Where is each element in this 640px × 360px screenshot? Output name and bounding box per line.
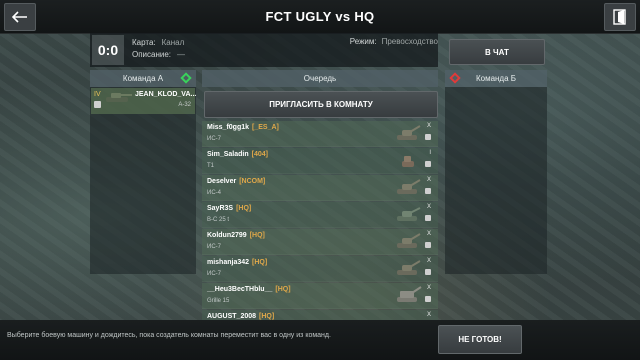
player-name: SayR3S xyxy=(207,205,234,212)
invite-to-room-button[interactable]: ПРИГЛАСИТЬ В КОМНАТУ xyxy=(204,91,438,118)
back-button[interactable] xyxy=(4,3,36,31)
mode-value: Превосходство xyxy=(381,37,438,46)
tank-tier: X xyxy=(426,258,431,264)
player-clan: [HQ] xyxy=(259,313,275,320)
tank-class-icon xyxy=(425,188,431,194)
player-tank: ИС-7 xyxy=(207,244,221,250)
queue-player-row[interactable]: Koldun2799 [HQ] ИС-7 X xyxy=(202,229,438,255)
player-name: Sim_Saladin xyxy=(207,151,249,158)
tank-class-icon xyxy=(425,161,431,167)
player-tank: Grille 15 xyxy=(207,298,230,304)
queue-list[interactable]: Miss_f0gg1k [_ES_A] ИС-7 X Sim_Saladin [40… xyxy=(202,121,438,321)
tank-class-icon xyxy=(425,269,431,275)
player-name-line: mishanja342 [HQ] xyxy=(207,259,267,266)
player-name-line: SayR3S [HQ] xyxy=(207,205,251,212)
tank-class-icon xyxy=(425,134,431,140)
player-name: Deselver xyxy=(207,178,237,185)
description-label: Описание: xyxy=(132,50,172,59)
queue-player-row[interactable]: SayR3S [HQ] B-C 25 t X xyxy=(202,202,438,228)
player-name-line: Koldun2799 [HQ] xyxy=(207,232,265,239)
tank-icon xyxy=(397,179,421,194)
player-tank: A-32 xyxy=(178,102,191,108)
team-a-diamond-icon xyxy=(180,72,192,84)
player-name: AUGUST_2008 xyxy=(207,313,257,320)
tank-class-icon xyxy=(425,242,431,248)
queue-header: Очередь xyxy=(202,70,438,87)
player-name-line: __Heu3BecTHblu__ [HQ] xyxy=(207,286,291,293)
map-label: Карта: xyxy=(132,38,156,47)
arrow-left-icon xyxy=(12,11,27,23)
player-name-line: Miss_f0gg1k [_ES_A] xyxy=(207,124,279,131)
player-name-line: AUGUST_2008 [HQ] xyxy=(207,313,274,320)
player-clan: [_ES_A] xyxy=(252,124,279,131)
player-clan: [HQ] xyxy=(275,286,291,293)
top-bar: FCT UGLY vs HQ xyxy=(0,0,640,34)
player-clan: [HQ] xyxy=(252,259,268,266)
queue-player-row[interactable]: __Heu3BecTHblu__ [HQ] Grille 15 X xyxy=(202,283,438,309)
team-b-column[interactable]: Команда Б xyxy=(445,70,547,274)
player-tank: ИС-4 xyxy=(207,190,221,196)
tank-icon xyxy=(397,125,421,140)
team-a-header[interactable]: Команда А xyxy=(90,70,196,87)
queue-player-row[interactable]: mishanja342 [HQ] ИС-7 X xyxy=(202,256,438,282)
tank-icon xyxy=(397,207,421,221)
tank-tier: X xyxy=(426,312,431,318)
tank-class-icon xyxy=(425,296,431,302)
team-b-diamond-icon xyxy=(449,72,461,84)
chat-button[interactable]: В ЧАТ xyxy=(449,39,545,65)
tank-icon xyxy=(397,233,421,248)
queue-player-row[interactable]: Sim_Saladin [404] T1 I xyxy=(202,148,438,174)
player-name-line: Sim_Saladin [404] xyxy=(207,151,268,158)
tank-tier: I xyxy=(429,150,431,156)
tank-icon xyxy=(106,93,132,102)
queue-label: Очередь xyxy=(303,74,337,83)
player-tank: T1 xyxy=(207,163,215,169)
player-clan: [404] xyxy=(251,151,268,158)
team-a-player-row[interactable]: IV JEAN_KLOD_VA... A-32 xyxy=(91,88,197,114)
description-value: — xyxy=(177,50,186,59)
tank-tier: IV xyxy=(94,91,101,98)
player-clan: [NCOM] xyxy=(239,178,266,185)
player-name: __Heu3BecTHblu__ xyxy=(207,286,273,293)
queue-player-row[interactable]: Miss_f0gg1k [_ES_A] ИС-7 X xyxy=(202,121,438,147)
player-tank: ИС-7 xyxy=(207,136,221,142)
player-tank: B-C 25 t xyxy=(207,217,230,223)
player-clan: [HQ] xyxy=(236,205,252,212)
team-a-label: Команда А xyxy=(122,74,164,83)
player-clan: [HQ] xyxy=(249,232,265,239)
mode-label: Режим: xyxy=(349,37,377,46)
queue-column-header: Очередь xyxy=(202,70,438,87)
tank-tier: X xyxy=(426,231,431,237)
score: 0:0 xyxy=(92,35,124,65)
not-ready-button[interactable]: НЕ ГОТОВ! xyxy=(438,325,522,354)
room-mode: Режим: Превосходство xyxy=(350,37,438,46)
tank-tier: X xyxy=(426,177,431,183)
team-b-label: Команда Б xyxy=(475,74,517,83)
exit-door-icon xyxy=(613,9,626,25)
player-tank: ИС-7 xyxy=(207,271,221,277)
room-details: Карта: Канал Описание: — xyxy=(132,37,185,61)
tank-class-icon xyxy=(94,101,101,108)
tank-class-icon xyxy=(425,215,431,221)
player-name-line: Deselver [NCOM] xyxy=(207,178,265,185)
queue-player-row[interactable]: Deselver [NCOM] ИС-4 X xyxy=(202,175,438,201)
tank-tier: X xyxy=(426,285,431,291)
room-info-panel: 0:0 Карта: Канал Описание: — Режим: Превосх… xyxy=(90,33,438,67)
team-b-header[interactable]: Команда Б xyxy=(445,70,547,87)
player-name: Koldun2799 xyxy=(207,232,247,239)
bottom-bar: Выберите боевую машину и дождитесь, пока… xyxy=(0,320,640,360)
exit-room-button[interactable] xyxy=(604,3,636,31)
tank-icon xyxy=(397,260,421,275)
player-name: JEAN_KLOD_VA... xyxy=(135,91,197,98)
tank-icon xyxy=(402,156,414,167)
map-value: Канал xyxy=(161,38,185,47)
tank-tier: X xyxy=(426,204,431,210)
tank-tier: X xyxy=(426,123,431,129)
player-name: mishanja342 xyxy=(207,259,250,266)
player-name: Miss_f0gg1k xyxy=(207,124,250,131)
tank-icon xyxy=(397,286,422,302)
room-title: FCT UGLY vs HQ xyxy=(265,9,375,24)
hint-text: Выберите боевую машину и дождитесь, пока… xyxy=(7,332,331,339)
team-a-column[interactable]: Команда А IV JEAN_KLOD_VA... A-32 xyxy=(90,70,196,274)
